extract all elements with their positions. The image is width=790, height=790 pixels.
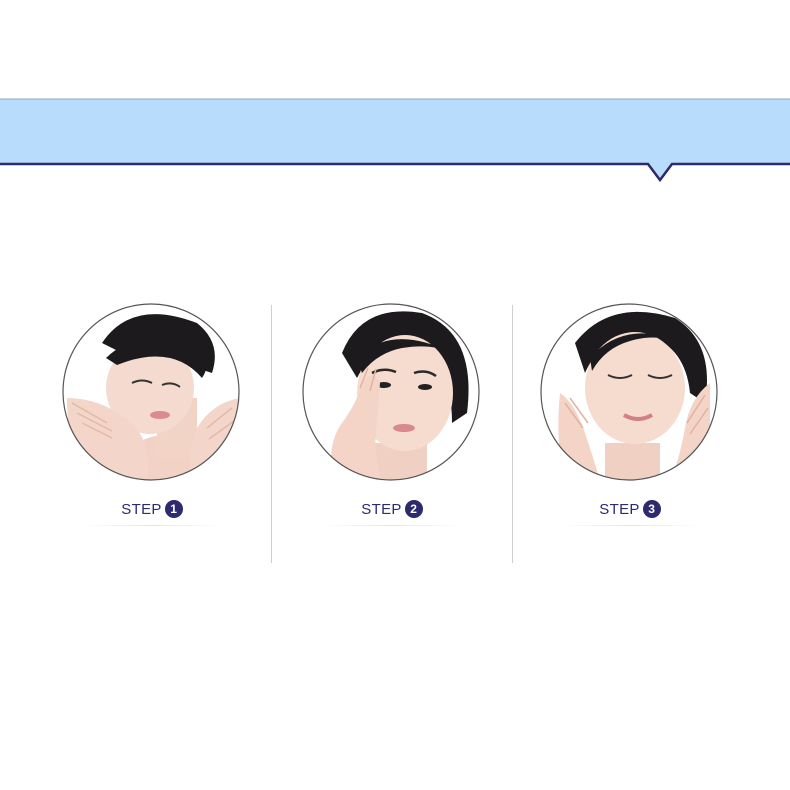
header-banner-shape xyxy=(0,98,790,183)
step-2-illustration xyxy=(302,303,480,481)
step-3-underline xyxy=(560,525,700,526)
step-3-illustration xyxy=(540,303,718,481)
header-banner xyxy=(0,98,790,183)
step-2: STEP 2 xyxy=(272,300,512,560)
step-1: STEP 1 xyxy=(32,300,272,560)
step-1-number-badge: 1 xyxy=(164,500,183,518)
step-3-label: STEP 3 xyxy=(510,500,750,518)
step-3: STEP 3 xyxy=(510,300,750,560)
step-1-label: STEP 1 xyxy=(32,500,272,518)
step-1-illustration xyxy=(62,303,240,481)
step-2-label: STEP 2 xyxy=(272,500,512,518)
step-3-number-badge: 3 xyxy=(642,500,661,518)
step-2-text: STEP xyxy=(361,500,402,518)
step-3-text: STEP xyxy=(599,500,640,518)
step-2-underline xyxy=(322,525,462,526)
steps-section: STEP 1 STEP 2 STEP 3 xyxy=(0,300,790,570)
step-1-underline xyxy=(82,525,222,526)
step-1-text: STEP xyxy=(121,500,162,518)
step-2-number-badge: 2 xyxy=(404,500,423,518)
